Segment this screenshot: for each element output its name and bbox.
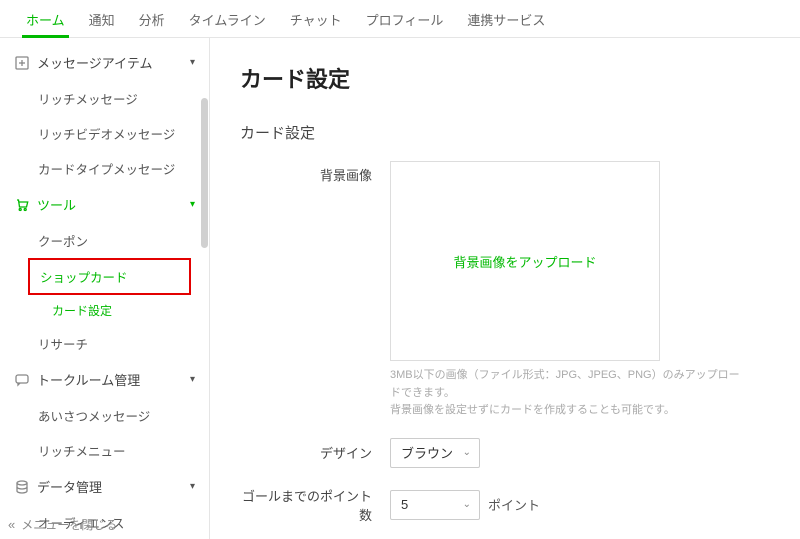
sidebar-item-shop-card[interactable]: ショップカード (28, 258, 191, 295)
chat-icon (14, 372, 29, 387)
sidebar-item-card-settings[interactable]: カード設定 (0, 295, 209, 326)
main-content: カード設定 カード設定 背景画像 背景画像をアップロード 3MB以下の画像（ファ… (210, 38, 800, 539)
cart-icon (14, 197, 29, 212)
sidebar-group-tool[interactable]: ツール ▾ (0, 186, 209, 223)
tab-analytics[interactable]: 分析 (127, 0, 177, 37)
goal-points-value: 5 (401, 497, 408, 512)
chevron-down-icon: ▾ (190, 57, 195, 68)
tab-timeline[interactable]: タイムライン (177, 0, 278, 37)
sidebar-close-menu[interactable]: « メニューを閉じる (8, 516, 117, 533)
bg-image-label: 背景画像 (240, 161, 390, 184)
sidebar-scrollbar[interactable] (201, 98, 208, 248)
sidebar-group-label: ツール (37, 195, 76, 214)
sidebar-group-label: トークルーム管理 (37, 370, 140, 389)
section-title: カード設定 (240, 122, 770, 143)
chevron-down-icon: ▾ (190, 374, 195, 385)
sidebar-item-rich-video[interactable]: リッチビデオメッセージ (0, 116, 209, 151)
sidebar-group-talkroom[interactable]: トークルーム管理 ▾ (0, 361, 209, 398)
design-label: デザイン (240, 443, 390, 462)
sidebar-item-greeting[interactable]: あいさつメッセージ (0, 398, 209, 433)
chevron-down-icon: ⌄ (463, 447, 471, 458)
sidebar-close-label: メニューを閉じる (21, 516, 117, 533)
design-value: ブラウン (401, 443, 453, 462)
sidebar-item-rich-message[interactable]: リッチメッセージ (0, 81, 209, 116)
goal-points-label: ゴールまでのポイント数 (240, 486, 390, 524)
upload-hint: 3MB以下の画像（ファイル形式：JPG、JPEG、PNG）のみアップロードできま… (390, 367, 750, 420)
sidebar-group-label: メッセージアイテム (37, 53, 152, 72)
page-title: カード設定 (240, 62, 770, 94)
chevron-down-icon: ⌄ (463, 499, 471, 510)
tab-home[interactable]: ホーム (14, 0, 77, 37)
tab-notice[interactable]: 通知 (77, 0, 127, 37)
sidebar-group-label: データ管理 (37, 477, 102, 496)
sidebar-item-coupon[interactable]: クーポン (0, 223, 209, 258)
collapse-icon: « (8, 517, 15, 532)
tab-integration[interactable]: 連携サービス (455, 0, 557, 37)
bg-image-upload[interactable]: 背景画像をアップロード (390, 161, 660, 361)
goal-points-select[interactable]: 5 ⌄ (390, 490, 480, 520)
upload-text: 背景画像をアップロード (453, 252, 596, 271)
design-select[interactable]: ブラウン ⌄ (390, 438, 480, 468)
sidebar-item-research[interactable]: リサーチ (0, 326, 209, 361)
sidebar-item-card-type[interactable]: カードタイプメッセージ (0, 151, 209, 186)
sidebar-group-message-item[interactable]: メッセージアイテム ▾ (0, 44, 209, 81)
plus-square-icon (14, 55, 29, 70)
database-icon (14, 479, 29, 494)
sidebar-item-rich-menu[interactable]: リッチメニュー (0, 433, 209, 468)
sidebar-group-data[interactable]: データ管理 ▾ (0, 468, 209, 505)
tab-profile[interactable]: プロフィール (354, 0, 456, 37)
chevron-down-icon: ▾ (190, 481, 195, 492)
sidebar: メッセージアイテム ▾ リッチメッセージ リッチビデオメッセージ カードタイプメ… (0, 38, 210, 539)
tab-chat[interactable]: チャット (278, 0, 354, 37)
top-nav-tabs: ホーム 通知 分析 タイムライン チャット プロフィール 連携サービス (0, 0, 800, 38)
chevron-down-icon: ▾ (190, 199, 195, 210)
points-suffix: ポイント (488, 495, 540, 514)
